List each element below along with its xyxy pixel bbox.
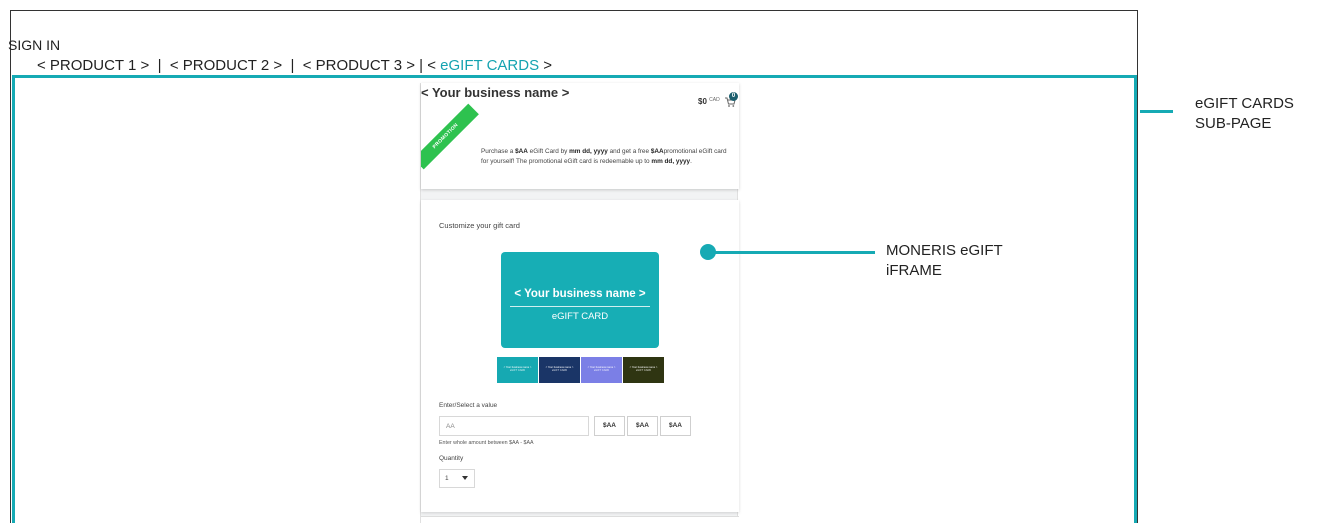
value-label: Enter/Select a value bbox=[439, 402, 498, 409]
business-name-title: < Your business name > bbox=[421, 85, 570, 100]
main-nav: < PRODUCT 1 > | < PRODUCT 2 > | < PRODUC… bbox=[37, 57, 552, 74]
nav-product-2[interactable]: < PRODUCT 2 > bbox=[170, 57, 282, 74]
gift-card-preview: < Your business name > eGIFT CARD bbox=[501, 252, 659, 348]
card-design-option[interactable]: < Your business name > eGIFT CARD bbox=[539, 357, 580, 383]
quantity-value: 1 bbox=[445, 475, 449, 482]
cart-count-badge: 0 bbox=[729, 92, 738, 101]
nav-separator: | bbox=[290, 57, 295, 74]
iframe-callout-line2: iFRAME bbox=[886, 262, 942, 279]
quantity-select[interactable]: 1 bbox=[439, 469, 475, 488]
value-input[interactable]: AA bbox=[439, 416, 589, 436]
nav-separator: | bbox=[419, 57, 424, 74]
nav-product-1[interactable]: < PRODUCT 1 > bbox=[37, 57, 149, 74]
card-design-option[interactable]: < Your business name > eGIFT CARD bbox=[623, 357, 664, 383]
iframe-callout-line1: MONERIS eGIFT bbox=[886, 242, 1003, 259]
subpage-callout: eGIFT CARDS SUB-PAGE bbox=[1195, 94, 1294, 134]
iframe-callout-line bbox=[712, 251, 875, 254]
card-preview-sub: eGIFT CARD bbox=[551, 311, 609, 322]
iframe-callout: MONERIS eGIFT iFRAME bbox=[886, 241, 1003, 281]
card-divider bbox=[510, 306, 650, 307]
preset-value-button-3[interactable]: $AA bbox=[660, 416, 691, 436]
subpage-callout-line bbox=[1140, 110, 1173, 113]
gift-card-form: Customize your gift card < Your business… bbox=[421, 200, 739, 512]
nav-separator: | bbox=[157, 57, 162, 74]
iframe-header: < Your business name > $0 CAD 0 PROMOTIO… bbox=[421, 83, 739, 189]
sign-in-link[interactable]: SIGN IN bbox=[8, 37, 60, 53]
preset-value-button-2[interactable]: $AA bbox=[627, 416, 658, 436]
chevron-down-icon bbox=[462, 476, 468, 480]
preset-value-button-1[interactable]: $AA bbox=[594, 416, 625, 436]
nav-product-3[interactable]: < PRODUCT 3 > bbox=[303, 57, 415, 74]
cart-total[interactable]: $0 CAD bbox=[698, 97, 720, 106]
quantity-label: Quantity bbox=[439, 455, 464, 462]
card-design-option[interactable]: < Your business name > eGIFT CARD bbox=[581, 357, 622, 383]
card-design-option[interactable]: < Your business name > eGIFT CARD bbox=[497, 357, 538, 383]
nav-bracket-open: < bbox=[427, 57, 436, 74]
card-design-options: < Your business name > eGIFT CARD < Your … bbox=[497, 357, 675, 383]
moneris-egift-iframe: < Your business name > $0 CAD 0 PROMOTIO… bbox=[420, 83, 739, 523]
nav-egift-cards[interactable]: eGIFT CARDS bbox=[440, 57, 539, 74]
customize-heading: Customize your gift card bbox=[439, 221, 520, 230]
promotion-ribbon: PROMOTION bbox=[421, 103, 479, 170]
cart-currency: CAD bbox=[709, 97, 720, 103]
nav-bracket-close: > bbox=[543, 57, 553, 74]
value-help-text: Enter whole amount between $AA - $AA bbox=[439, 440, 534, 446]
next-section-panel bbox=[421, 516, 739, 523]
card-preview-name: < Your business name > bbox=[514, 288, 646, 300]
cart-total-amount: $0 bbox=[698, 97, 707, 106]
subpage-callout-line2: SUB-PAGE bbox=[1195, 115, 1272, 132]
subpage-callout-line1: eGIFT CARDS bbox=[1195, 95, 1294, 112]
promotion-text: Purchase a $AA eGift Card by mm dd, yyyy… bbox=[481, 148, 727, 165]
